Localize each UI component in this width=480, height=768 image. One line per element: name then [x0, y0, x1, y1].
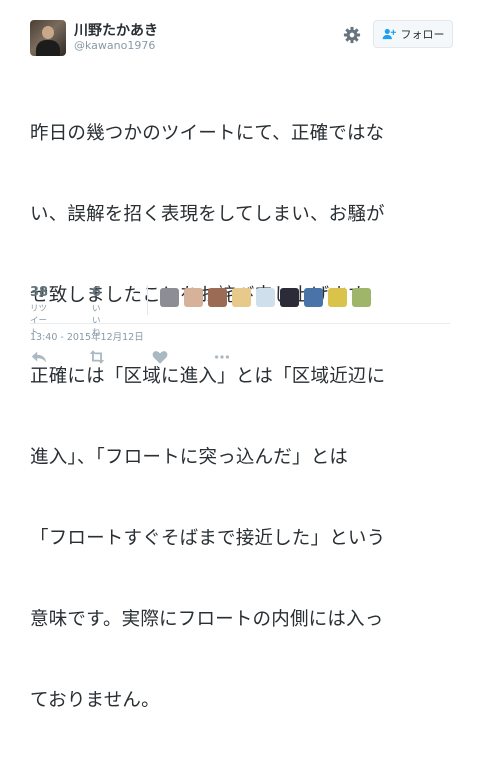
tweet-line: ておりません。 — [30, 690, 160, 711]
follow-label: フォロー — [400, 28, 445, 41]
avatar-icon[interactable] — [208, 288, 227, 307]
avatar-icon[interactable] — [184, 288, 203, 307]
avatar-icon[interactable] — [256, 288, 275, 307]
tweet-line: 進入」、「フロートに突っ込んだ」とは — [30, 447, 349, 468]
tweet-line: い、誤解を招く表現をしてしまい、お騒が — [30, 204, 385, 225]
stats-separator — [147, 285, 148, 315]
user-display-name[interactable]: 川野たかあき — [74, 20, 158, 40]
avatar-icon[interactable] — [352, 288, 371, 307]
avatar-icon[interactable] — [280, 288, 299, 307]
avatar-body — [36, 40, 60, 56]
divider — [30, 323, 450, 324]
tweet-card: 川野たかあき @kawano1976 フォロー 昨日の幾つかのツイートにて、正確… — [0, 0, 480, 711]
heart-icon[interactable] — [151, 348, 169, 366]
avatar-icon[interactable] — [160, 288, 179, 307]
user-handle[interactable]: @kawano1976 — [74, 39, 155, 52]
user-avatar[interactable] — [30, 20, 66, 56]
follow-user-icon — [382, 28, 396, 40]
retweet-icon[interactable] — [88, 348, 106, 366]
tweet-line: 「フロートすぐそばまで接近した」という — [30, 528, 386, 549]
follow-button[interactable]: フォロー — [373, 20, 453, 48]
retweet-count: 38 — [30, 285, 49, 300]
liker-avatars — [160, 288, 371, 307]
tweet-line: 昨日の幾つかのツイートにて、正確ではな — [30, 123, 385, 144]
like-count: 6 — [92, 285, 102, 300]
tweet-text: 昨日の幾つかのツイートにて、正確ではな い、誤解を招く表現をしてしまい、お騒が … — [30, 66, 458, 768]
tweet-actions — [30, 348, 450, 370]
avatar-icon[interactable] — [304, 288, 323, 307]
avatar-icon[interactable] — [232, 288, 251, 307]
avatar-icon[interactable] — [328, 288, 347, 307]
avatar-head — [42, 26, 54, 39]
reply-icon[interactable] — [30, 348, 48, 366]
more-icon[interactable] — [213, 348, 231, 366]
tweet-line: 意味です。実際にフロートの内側には入っ — [30, 609, 384, 630]
tweet-timestamp[interactable]: 13:40 - 2015年12月12日 — [30, 329, 144, 343]
gear-icon[interactable] — [343, 26, 361, 44]
